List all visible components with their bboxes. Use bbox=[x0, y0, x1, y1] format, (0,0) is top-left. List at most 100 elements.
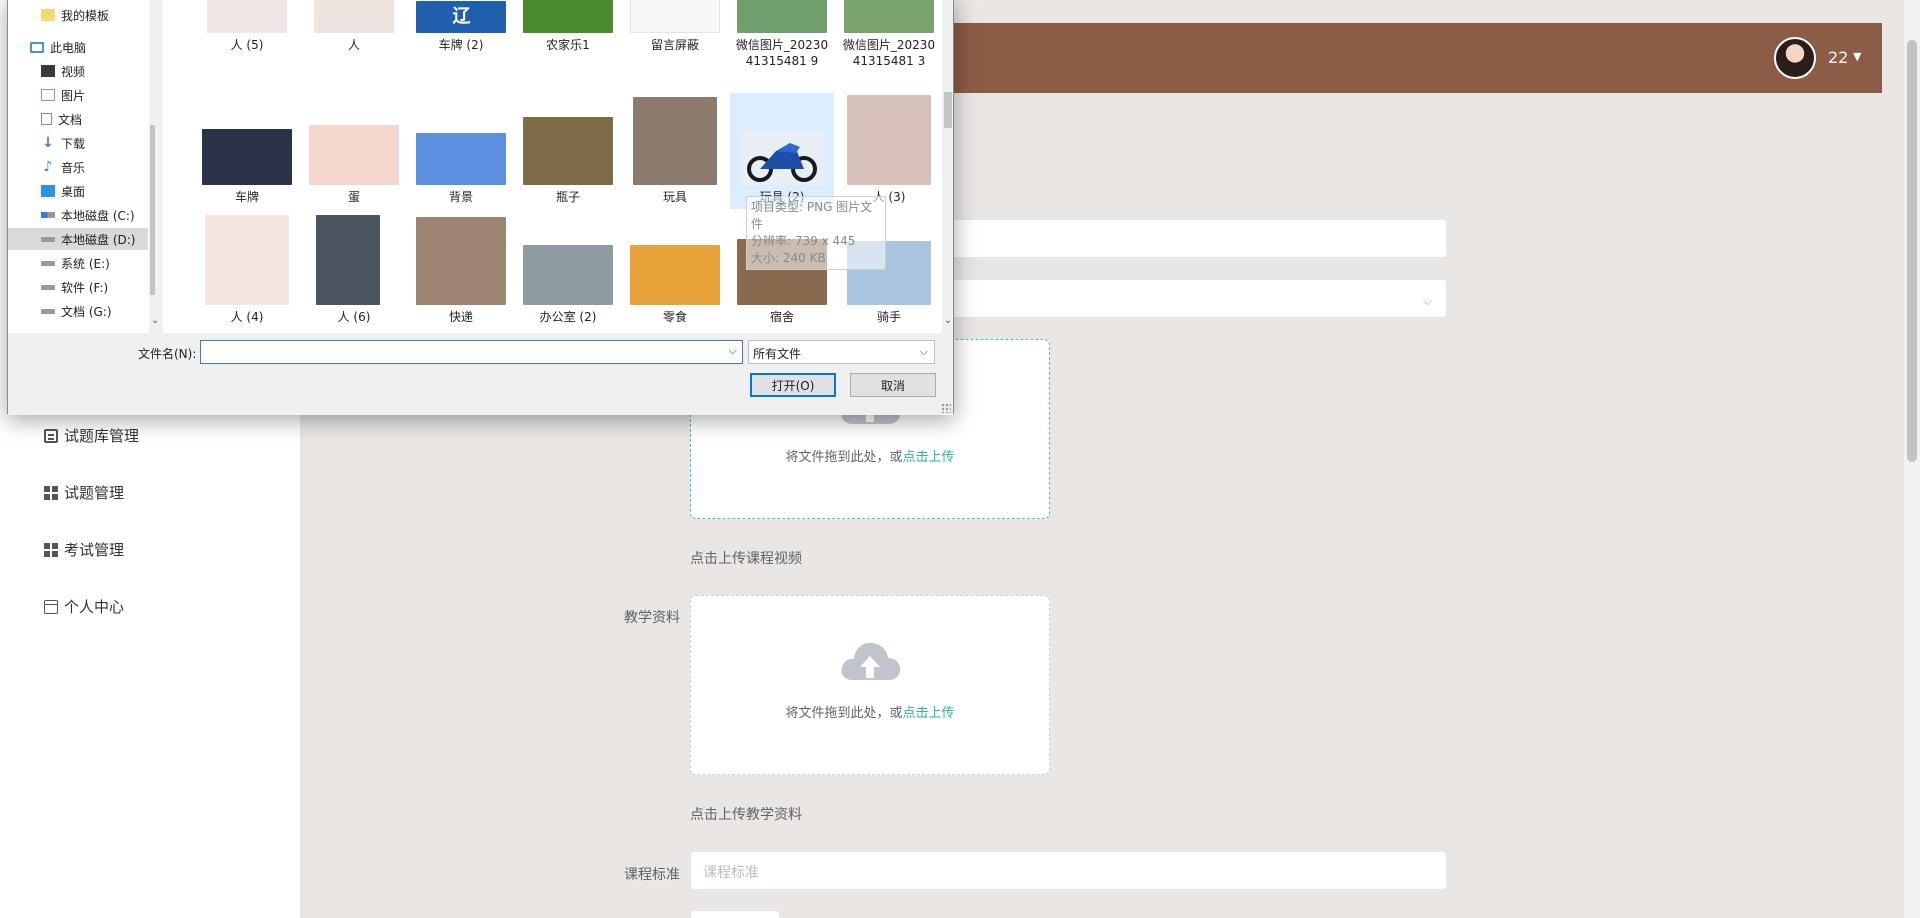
tree-item-drive-g[interactable]: 文档 (G:) bbox=[8, 300, 148, 322]
file-item[interactable]: 蛋 bbox=[302, 93, 406, 209]
tree-item-drive-e[interactable]: 系统 (E:) bbox=[8, 252, 148, 274]
tree-item-label: 系统 (E:) bbox=[61, 256, 110, 271]
file-label: 瓶子 bbox=[555, 190, 580, 204]
nav-item-question-management[interactable]: 试题管理 bbox=[44, 482, 124, 503]
tree-item-desktop[interactable]: 桌面 bbox=[8, 180, 148, 202]
file-item[interactable]: 人 bbox=[302, 0, 406, 59]
file-label: 微信图片_2023041315481 9 bbox=[735, 38, 829, 68]
video-upload-hint: 点击上传课程视频 bbox=[690, 551, 802, 567]
tree-scrollbar[interactable] bbox=[149, 0, 156, 333]
file-item[interactable]: 玩具 bbox=[623, 93, 727, 209]
tree-item-my-templates[interactable]: 我的模板 bbox=[8, 4, 148, 26]
tree-item-downloads[interactable]: ↓ 下载 bbox=[8, 132, 148, 154]
file-thumbnail bbox=[847, 95, 931, 185]
document-icon bbox=[41, 113, 52, 125]
file-grid-scrollbar[interactable] bbox=[942, 0, 953, 333]
course-standard-input[interactable]: 课程标准 bbox=[690, 851, 1447, 890]
file-item[interactable]: 农家乐1 bbox=[516, 0, 620, 59]
nav-item-personal-center[interactable]: 个人中心 bbox=[44, 596, 124, 617]
file-label: 背景 bbox=[448, 190, 473, 204]
page-scrollbar-thumb[interactable] bbox=[1907, 40, 1917, 462]
file-item[interactable]: 人 (3) bbox=[837, 93, 941, 209]
chevron-down-icon: ⌵ bbox=[1422, 294, 1432, 308]
file-item[interactable]: 微信图片_2023041315481 3 bbox=[837, 0, 941, 89]
file-item[interactable]: 零食 bbox=[623, 213, 727, 329]
file-thumbnail bbox=[523, 117, 613, 185]
chevron-down-icon[interactable]: ⌄ bbox=[944, 315, 952, 326]
file-thumbnail bbox=[523, 0, 613, 33]
open-button[interactable]: 打开(O) bbox=[750, 373, 836, 397]
file-thumbnail bbox=[309, 125, 399, 185]
file-item[interactable]: 办公室 (2) bbox=[516, 213, 620, 329]
file-type-filter-value: 所有文件 bbox=[753, 347, 802, 361]
next-field[interactable] bbox=[690, 910, 780, 918]
tree-item-label: 视频 bbox=[61, 64, 86, 79]
course-standard-placeholder: 课程标准 bbox=[703, 865, 759, 881]
material-label: 教学资料 bbox=[624, 610, 680, 626]
file-label: 车牌 (2) bbox=[438, 38, 484, 52]
file-item-selected[interactable]: 玩具 (2) bbox=[730, 93, 834, 209]
user-menu-caret-icon[interactable]: ▼ bbox=[1853, 50, 1861, 63]
desktop-icon bbox=[41, 185, 55, 197]
tree-item-label: 音乐 bbox=[61, 160, 86, 175]
nav-item-question-bank[interactable]: 试题库管理 bbox=[44, 425, 139, 446]
file-thumbnail bbox=[205, 215, 289, 305]
click-upload-link[interactable]: 点击上传 bbox=[903, 706, 955, 721]
tree-item-drive-d[interactable]: 本地磁盘 (D:) bbox=[8, 228, 148, 250]
tree-item-label: 我的模板 bbox=[61, 8, 110, 23]
file-item[interactable]: 人 (6) bbox=[302, 213, 406, 329]
file-thumbnail bbox=[737, 0, 827, 33]
tree-item-label: 本地磁盘 (D:) bbox=[61, 232, 136, 247]
tree-item-drive-f[interactable]: 软件 (F:) bbox=[8, 276, 148, 298]
file-item[interactable]: 背景 bbox=[409, 93, 513, 209]
tree-item-drive-c[interactable]: 本地磁盘 (C:) bbox=[8, 204, 148, 226]
file-item[interactable]: 瓶子 bbox=[516, 93, 620, 209]
tree-item-documents[interactable]: 文档 bbox=[8, 108, 148, 130]
tree-item-videos[interactable]: 视频 bbox=[8, 60, 148, 82]
chevron-down-icon[interactable]: ⌵ bbox=[729, 344, 737, 358]
tree-scrollbar-thumb[interactable] bbox=[150, 125, 155, 295]
windows-drive-icon bbox=[41, 212, 55, 218]
dialog-bottom-bar: 文件名(N): ⌵ 所有文件 ⌵ 打开(O) 取消 bbox=[8, 333, 953, 415]
page-scrollbar[interactable] bbox=[1904, 0, 1920, 918]
file-item[interactable]: 微信图片_2023041315481 9 bbox=[730, 0, 834, 89]
file-tooltip: 项目类型: PNG 图片文件 分辨率: 739 x 445 大小: 240 KB bbox=[746, 196, 886, 270]
panel-icon bbox=[44, 599, 58, 614]
material-upload-dropzone[interactable]: 将文件拖到此处，或点击上传 bbox=[690, 595, 1050, 775]
file-item[interactable]: 留言屏蔽 bbox=[623, 0, 727, 59]
file-label: 人 (4) bbox=[230, 310, 264, 324]
tree-item-pictures[interactable]: 图片 bbox=[8, 84, 148, 106]
tree-item-label: 此电脑 bbox=[50, 40, 87, 55]
file-label: 微信图片_2023041315481 3 bbox=[842, 38, 936, 68]
tree-item-this-pc[interactable]: 此电脑 bbox=[8, 36, 148, 58]
click-upload-link[interactable]: 点击上传 bbox=[903, 450, 955, 465]
tree-item-label: 文档 bbox=[58, 112, 83, 127]
user-avatar[interactable] bbox=[1774, 37, 1816, 79]
dropzone-text: 将文件拖到此处，或点击上传 bbox=[785, 706, 955, 721]
nav-item-exam-management[interactable]: 考试管理 bbox=[44, 539, 124, 560]
grid-icon bbox=[44, 485, 58, 500]
chevron-down-icon[interactable]: ⌄ bbox=[151, 315, 159, 326]
file-item[interactable]: 快递 bbox=[409, 213, 513, 329]
cancel-button[interactable]: 取消 bbox=[850, 373, 936, 397]
tree-item-label: 桌面 bbox=[61, 184, 86, 199]
file-item[interactable]: 人 (5) bbox=[195, 0, 299, 59]
tree-item-label: 图片 bbox=[61, 88, 86, 103]
file-label: 人 bbox=[347, 38, 360, 52]
file-grid-scrollbar-thumb[interactable] bbox=[944, 92, 952, 128]
user-name[interactable]: 22 bbox=[1828, 48, 1848, 67]
file-thumbnail bbox=[630, 245, 720, 305]
tooltip-type: 项目类型: PNG 图片文件 bbox=[751, 200, 873, 231]
file-label: 快递 bbox=[448, 310, 473, 324]
file-item[interactable]: 辽A·87459 车牌 (2) bbox=[409, 0, 513, 59]
file-item[interactable]: 人 (4) bbox=[195, 213, 299, 329]
clipboard-icon bbox=[44, 428, 58, 443]
file-thumbnail bbox=[523, 245, 613, 305]
file-label: 玩具 bbox=[662, 190, 687, 204]
file-item[interactable]: 车牌 bbox=[195, 93, 299, 209]
filename-input[interactable]: ⌵ bbox=[200, 340, 743, 364]
file-type-filter[interactable]: 所有文件 ⌵ bbox=[748, 340, 935, 364]
computer-icon bbox=[30, 41, 44, 53]
resize-grip-icon[interactable] bbox=[941, 403, 951, 413]
tree-item-music[interactable]: ♪ 音乐 bbox=[8, 156, 148, 178]
